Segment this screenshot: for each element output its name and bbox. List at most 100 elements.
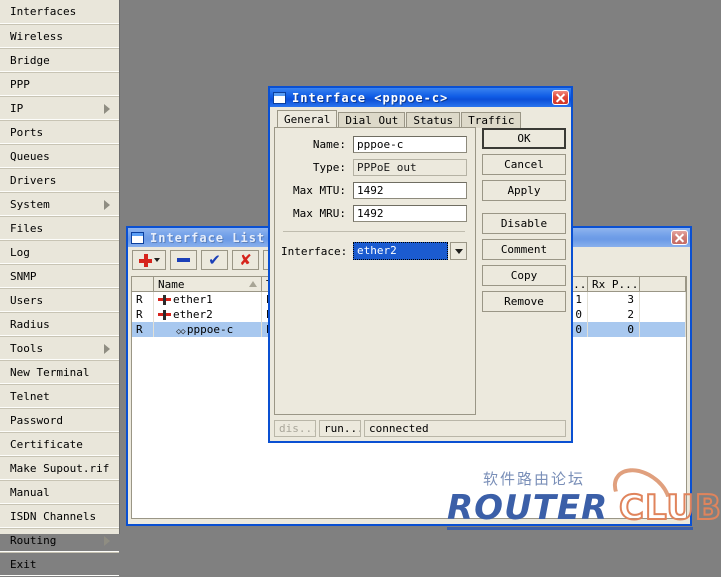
sidebar-item-new-terminal[interactable]: New Terminal — [0, 360, 119, 384]
interface-list-title: Interface List — [150, 230, 266, 245]
sidebar-item-ppp[interactable]: PPP — [0, 72, 119, 96]
copy-button[interactable]: Copy — [482, 265, 566, 286]
row-last-cell — [640, 292, 686, 307]
remove-interface-button[interactable] — [170, 250, 197, 270]
column-header-rx-packets[interactable]: Rx P... — [588, 277, 640, 291]
sidebar-item-label: Interfaces — [10, 5, 77, 18]
interface-dialog-tabs: General Dial Out Status Traffic — [274, 110, 567, 128]
sidebar-item-label: Exit — [10, 558, 37, 571]
tab-dial-out[interactable]: Dial Out — [338, 112, 406, 128]
sidebar-item-wireless[interactable]: Wireless — [0, 24, 119, 48]
interface-dialog-title: Interface <pppoe-c> — [292, 90, 449, 105]
sidebar-item-drivers[interactable]: Drivers — [0, 168, 119, 192]
main-menu-sidebar: Interfaces Wireless Bridge PPP IP Ports Queues… — [0, 0, 120, 576]
row-flag: R — [132, 322, 154, 337]
enable-interface-button[interactable]: ✔ — [201, 250, 228, 270]
chevron-right-icon — [104, 104, 110, 114]
sidebar-item-interfaces[interactable]: Interfaces — [0, 0, 119, 24]
sidebar-item-log[interactable]: Log — [0, 240, 119, 264]
row-name-label: ether2 — [173, 308, 213, 321]
remove-button[interactable]: Remove — [482, 291, 566, 312]
sidebar-item-password[interactable]: Password — [0, 408, 119, 432]
sidebar-item-routing[interactable]: Routing — [0, 528, 119, 552]
ethernet-icon — [158, 295, 171, 305]
chevron-right-icon — [104, 344, 110, 354]
tab-general[interactable]: General — [277, 110, 338, 128]
add-interface-button[interactable] — [132, 250, 166, 270]
row-rx-packets: 2 — [588, 307, 640, 322]
chevron-right-icon — [104, 536, 110, 546]
sidebar-item-make-supout-rif[interactable]: Make Supout.rif — [0, 456, 119, 480]
close-icon[interactable] — [552, 90, 569, 105]
sidebar-item-bridge[interactable]: Bridge — [0, 48, 119, 72]
name-input[interactable]: pppoe-c — [353, 136, 467, 153]
sidebar-item-ip[interactable]: IP — [0, 96, 119, 120]
sidebar-item-certificate[interactable]: Certificate — [0, 432, 119, 456]
max-mtu-field-row: Max MTU: 1492 — [281, 182, 467, 199]
interface-select[interactable]: ether2 — [353, 242, 467, 260]
column-header-name[interactable]: Name — [154, 277, 262, 291]
check-icon: ✔ — [208, 250, 221, 269]
sidebar-item-telnet[interactable]: Telnet — [0, 384, 119, 408]
comment-button[interactable]: Comment — [482, 239, 566, 260]
row-flag: R — [132, 307, 154, 322]
max-mtu-label: Max MTU: — [293, 184, 346, 197]
column-header-flag[interactable] — [132, 277, 154, 291]
sidebar-item-users[interactable]: Users — [0, 288, 119, 312]
sidebar-item-label: Log — [10, 246, 30, 259]
max-mru-input[interactable]: 1492 — [353, 205, 467, 222]
sidebar-item-label: Queues — [10, 150, 50, 163]
name-field-row: Name: pppoe-c — [281, 136, 467, 153]
max-mru-label: Max MRU: — [293, 207, 346, 220]
interface-dialog-window: Interface <pppoe-c> General Dial Out Statu… — [268, 86, 573, 443]
sidebar-item-label: SNMP — [10, 270, 37, 283]
sidebar-item-label: Make Supout.rif — [10, 462, 110, 475]
sidebar-item-label: System — [10, 198, 50, 211]
sidebar-item-manual[interactable]: Manual — [0, 480, 119, 504]
disable-interface-button[interactable]: ✘ — [232, 250, 259, 270]
sidebar-item-label: Password — [10, 414, 63, 427]
sidebar-item-label: Ports — [10, 126, 44, 139]
status-connection: connected — [364, 420, 566, 437]
close-icon[interactable] — [671, 230, 688, 245]
cancel-button[interactable]: Cancel — [482, 154, 566, 175]
ok-button[interactable]: OK — [482, 128, 566, 149]
sidebar-item-system[interactable]: System — [0, 192, 119, 216]
sidebar-item-label: New Terminal — [10, 366, 90, 379]
status-running: run... — [319, 420, 361, 437]
max-mru-field-row: Max MRU: 1492 — [281, 205, 467, 222]
status-disabled: dis... — [274, 420, 316, 437]
sidebar-item-label: Routing — [10, 534, 57, 547]
row-name-label: pppoe-c — [186, 323, 234, 336]
row-name-cell: ◇◇ pppoe-c — [154, 322, 262, 337]
interface-dialog-buttons: OK Cancel Apply Disable Comment Copy Remove — [482, 128, 566, 317]
sidebar-item-label: ISDN Channels — [10, 510, 97, 523]
sidebar-item-queues[interactable]: Queues — [0, 144, 119, 168]
row-rx-packets: 0 — [588, 322, 640, 337]
interface-dialog-titlebar: Interface <pppoe-c> — [270, 88, 571, 107]
row-name-cell: ether1 — [154, 292, 262, 307]
sidebar-item-exit[interactable]: Exit — [0, 552, 119, 576]
disable-button[interactable]: Disable — [482, 213, 566, 234]
sidebar-item-label: Users — [10, 294, 44, 307]
apply-button[interactable]: Apply — [482, 180, 566, 201]
sidebar-item-label: Files — [10, 222, 44, 235]
tab-traffic[interactable]: Traffic — [461, 112, 522, 128]
sidebar-item-radius[interactable]: Radius — [0, 312, 119, 336]
type-label: Type: — [312, 161, 346, 174]
sidebar-item-tools[interactable]: Tools — [0, 336, 119, 360]
cross-icon: ✘ — [239, 250, 252, 269]
chevron-down-icon[interactable] — [450, 242, 467, 260]
sidebar-item-ports[interactable]: Ports — [0, 120, 119, 144]
interface-select-value[interactable]: ether2 — [353, 242, 448, 260]
name-label: Name: — [312, 138, 346, 151]
tab-status[interactable]: Status — [406, 112, 461, 128]
sidebar-item-files[interactable]: Files — [0, 216, 119, 240]
max-mtu-input[interactable]: 1492 — [353, 182, 467, 199]
type-value: PPPoE out — [353, 159, 467, 176]
plus-icon — [138, 253, 152, 267]
column-header-last[interactable] — [640, 277, 686, 291]
row-last-cell — [640, 307, 686, 322]
sidebar-item-isdn-channels[interactable]: ISDN Channels — [0, 504, 119, 528]
sidebar-item-snmp[interactable]: SNMP — [0, 264, 119, 288]
